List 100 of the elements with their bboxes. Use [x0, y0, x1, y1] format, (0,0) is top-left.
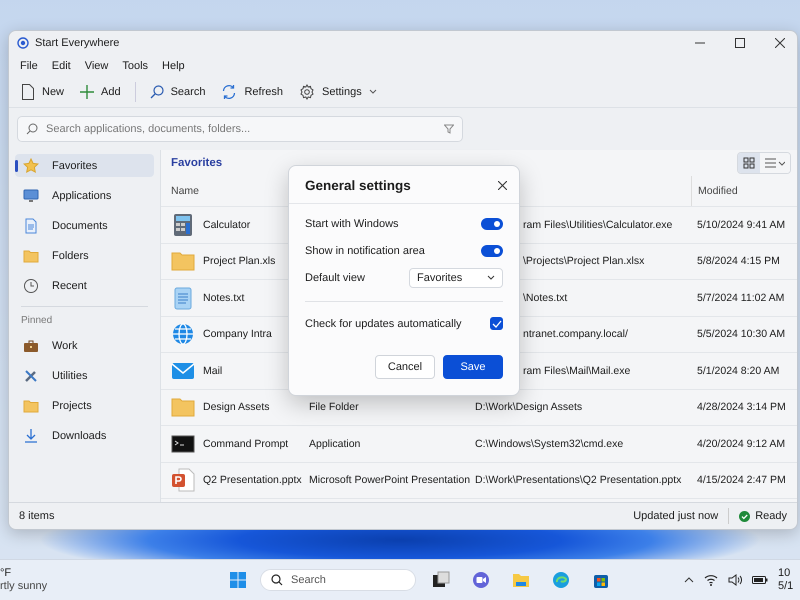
table-cell: ntranet.company.local/ — [523, 328, 628, 340]
checkmark-icon — [492, 320, 502, 328]
document-icon — [21, 84, 35, 100]
sidebar-item[interactable]: Recent — [15, 274, 154, 297]
weather-temperature[interactable]: °F — [0, 567, 226, 580]
toolbar-button[interactable]: Settings — [292, 80, 383, 104]
table-cell: ram Files\Utilities\Calculator.exe — [523, 218, 672, 231]
app-logo-icon — [17, 37, 29, 49]
battery-icon[interactable] — [752, 575, 768, 585]
dialog-title: General settings — [305, 178, 411, 193]
toolbar-button[interactable]: Search — [144, 81, 212, 103]
table-cell-text: 4/20/2024 9:12 AM — [696, 438, 786, 450]
caret-icon — [487, 275, 495, 280]
toolbar-button[interactable]: Add — [74, 81, 127, 103]
folder-icon — [23, 248, 39, 264]
briefcase-icon — [23, 338, 39, 354]
clock-icon — [23, 278, 39, 294]
search-icon — [26, 123, 38, 135]
setting-label: Start with Windows — [305, 218, 399, 230]
taskbar-search-field[interactable]: Search — [260, 569, 416, 591]
table-cell-text: Notes.txt — [202, 292, 246, 304]
table-cell: ram Files\Mail\Mail.exe — [523, 364, 630, 377]
table-cell-text: Design Assets — [202, 401, 271, 414]
clock-time[interactable]: 10 — [778, 567, 790, 580]
close-icon — [775, 38, 785, 48]
download-icon — [23, 428, 39, 444]
table-cell: D:\Work\Presentations\Q2 Presentation.pptx — [475, 474, 682, 486]
menu-item[interactable]: Tools — [115, 57, 156, 75]
dropdown[interactable]: Favorites — [409, 268, 503, 288]
table-cell-text: File Folder — [309, 401, 360, 414]
maximize-icon — [735, 38, 745, 48]
close-icon — [498, 181, 507, 190]
menu-item[interactable]: Help — [155, 57, 192, 75]
table-cell-text: 5/7/2024 11:02 AM — [696, 292, 786, 304]
folder-icon — [23, 398, 39, 414]
weather-condition[interactable]: rtly sunny — [0, 580, 226, 593]
sidebar-item[interactable]: Projects — [15, 394, 154, 417]
chevron-up-icon[interactable] — [684, 577, 694, 583]
window-title: Start Everywhere — [35, 37, 120, 49]
toolbar-button[interactable]: Refresh — [215, 80, 289, 104]
table-cell-text: Application — [309, 438, 362, 450]
table-cell-text: 5/5/2024 10:30 AM — [696, 328, 786, 340]
menu-item[interactable]: File — [13, 57, 45, 75]
table-cell-text: Company Intra — [202, 328, 273, 340]
star-icon — [23, 158, 39, 174]
table-cell-text: Q2 Presentation.pptx — [202, 474, 303, 486]
setting-label: Show in notification area — [305, 244, 425, 256]
speaker-icon[interactable] — [728, 574, 742, 586]
dialog-button[interactable]: Cancel — [375, 355, 435, 379]
table-cell-text: 5/1/2024 8:20 AM — [696, 364, 780, 377]
table-cell-text: 4/15/2024 2:47 PM — [696, 474, 787, 486]
checkbox[interactable] — [490, 317, 503, 330]
section-title: Favorites — [171, 157, 224, 169]
video-chat-icon — [472, 571, 490, 589]
sidebar-item[interactable]: Downloads — [15, 424, 154, 447]
caret-icon — [368, 89, 377, 95]
section-heading: Pinned — [20, 315, 54, 328]
sidebar-item[interactable]: Work — [15, 334, 154, 357]
plus-icon — [80, 85, 94, 99]
toolbar-button[interactable]: New — [15, 80, 70, 104]
column-header[interactable]: Name — [171, 185, 200, 197]
table-cell-text: Project Plan.xls — [202, 255, 276, 268]
setting-label: Check for updates automatically — [305, 318, 462, 330]
wifi-icon[interactable] — [704, 574, 718, 586]
table-cell-text: Microsoft PowerPoint Presentation — [309, 474, 472, 486]
folder-icon — [512, 571, 530, 589]
browser-icon — [552, 571, 570, 589]
list-view-icon — [765, 158, 785, 168]
table-cell-text: Mail — [202, 364, 224, 377]
sidebar-item[interactable]: Favorites — [15, 154, 154, 177]
sidebar-item[interactable]: Documents — [15, 214, 154, 237]
setting-label: Default view — [305, 272, 365, 284]
refresh-icon — [221, 84, 238, 100]
settings-icon — [298, 84, 315, 100]
menu-item[interactable]: View — [78, 57, 116, 75]
search-icon — [271, 574, 283, 586]
task-view-icon — [432, 571, 450, 589]
table-cell-text: 5/8/2024 4:15 PM — [696, 255, 781, 268]
table-cell: C:\Windows\System32\cmd.exe — [475, 438, 624, 450]
update-status: Updated just now — [633, 510, 718, 522]
check-circle-icon — [739, 510, 750, 522]
toggle-switch[interactable] — [481, 218, 503, 230]
column-header[interactable]: Modified — [691, 176, 797, 206]
view-toggle[interactable] — [738, 153, 760, 173]
monitor-icon — [23, 188, 39, 204]
table-cell-text: Command Prompt — [202, 438, 290, 450]
table-cell: \Notes.txt — [523, 292, 568, 304]
sidebar-item[interactable]: Applications — [15, 184, 154, 207]
sidebar-item[interactable]: Utilities — [15, 364, 154, 387]
windows-logo-icon — [229, 571, 247, 589]
toggle-switch[interactable] — [481, 244, 503, 256]
primary-button[interactable]: Save — [443, 355, 503, 379]
close-button[interactable] — [496, 179, 509, 192]
search-field[interactable]: Search applications, documents, folders... — [17, 116, 463, 142]
filter-icon[interactable] — [444, 124, 454, 134]
menu-item[interactable]: Edit — [44, 57, 78, 75]
document-icon — [23, 218, 39, 234]
calculator-icon — [171, 212, 195, 237]
globe-icon — [171, 322, 195, 346]
sidebar-item[interactable]: Folders — [15, 244, 154, 267]
